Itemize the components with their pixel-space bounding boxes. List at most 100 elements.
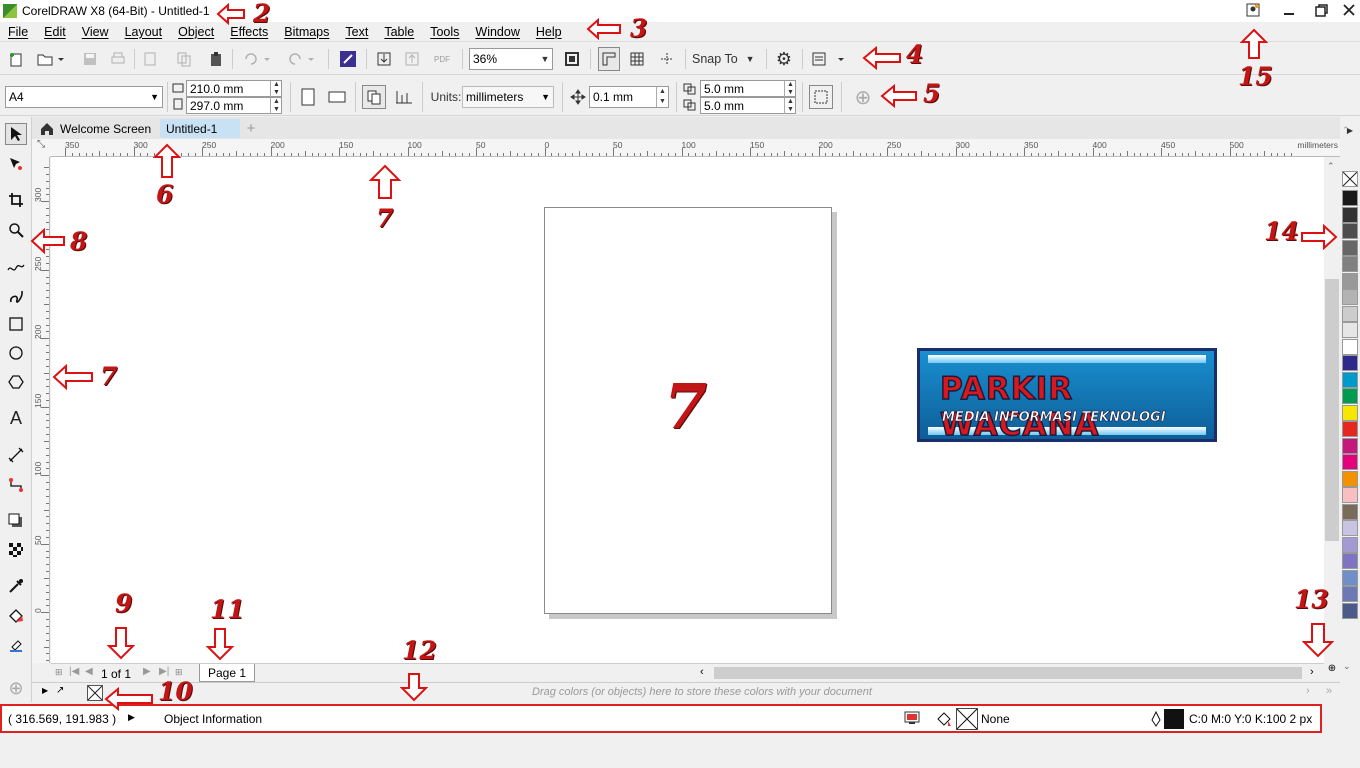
doc-palette-scroll-right-icon[interactable]: › <box>1306 685 1310 697</box>
copy-icon[interactable] <box>174 49 194 69</box>
palette-color-swatch[interactable] <box>1342 454 1358 470</box>
menu-tools[interactable]: Tools <box>422 25 467 39</box>
artistic-media-tool-icon[interactable] <box>5 285 27 307</box>
menu-file[interactable]: File <box>0 25 36 39</box>
landscape-icon[interactable] <box>326 86 348 108</box>
crop-tool-icon[interactable] <box>5 189 27 211</box>
cut-icon[interactable] <box>140 49 160 69</box>
zoom-tool-icon[interactable] <box>5 219 27 241</box>
menu-edit[interactable]: Edit <box>36 25 74 39</box>
tab-welcome-screen[interactable]: Welcome Screen <box>34 119 158 138</box>
fill-indicator-icon[interactable] <box>936 711 954 730</box>
palette-color-swatch[interactable] <box>1342 190 1358 206</box>
palette-color-swatch[interactable] <box>1342 487 1358 503</box>
palette-color-swatch[interactable] <box>1342 223 1358 239</box>
print-icon[interactable] <box>108 49 128 69</box>
smart-fill-tool-icon[interactable] <box>5 634 27 656</box>
all-pages-icon[interactable] <box>362 85 386 109</box>
search-content-icon[interactable] <box>338 49 358 69</box>
nudge-spinner[interactable]: ▲ ▼ <box>656 87 668 107</box>
parallel-dimension-tool-icon[interactable] <box>5 444 27 466</box>
previous-page-icon[interactable]: ◀ <box>85 666 93 677</box>
vertical-scroll-thumb[interactable] <box>1325 279 1339 541</box>
palette-color-swatch[interactable] <box>1342 569 1358 586</box>
snap-to-button[interactable]: Snap To ▼ <box>692 49 762 69</box>
connector-tool-icon[interactable] <box>5 474 27 496</box>
palette-color-swatch[interactable] <box>1342 206 1358 223</box>
palette-color-swatch[interactable] <box>1342 355 1358 371</box>
freehand-tool-icon[interactable] <box>5 255 27 277</box>
palette-color-swatch[interactable] <box>1342 404 1358 421</box>
horizontal-ruler[interactable]: 350 300 250 200 150 100 50 0 50 100 150 200 250 300 35… <box>32 139 1340 157</box>
palette-color-swatch[interactable] <box>1342 305 1358 322</box>
current-page-icon[interactable] <box>392 85 416 109</box>
add-page-before-icon[interactable]: ⊞ <box>55 667 63 678</box>
new-document-icon[interactable] <box>6 49 26 69</box>
palette-color-swatch[interactable] <box>1342 239 1358 256</box>
pdf-icon[interactable]: PDF <box>430 49 454 69</box>
menu-layout[interactable]: Layout <box>117 25 171 39</box>
drop-shadow-tool-icon[interactable] <box>5 510 27 532</box>
doc-palette-no-color-swatch[interactable] <box>87 685 103 701</box>
paste-icon[interactable] <box>206 49 226 69</box>
text-tool-icon[interactable]: A <box>5 407 27 429</box>
ellipse-tool-icon[interactable] <box>5 342 27 364</box>
ruler-origin-icon[interactable]: ⤡ <box>32 139 50 157</box>
doc-palette-menu-icon[interactable]: ▶ <box>42 686 48 695</box>
menu-object[interactable]: Object <box>170 25 222 39</box>
palette-color-swatch[interactable] <box>1342 338 1358 355</box>
eyedropper-tool-icon[interactable] <box>5 575 27 597</box>
application-launcher-icon[interactable] <box>808 49 848 69</box>
palette-color-swatch[interactable] <box>1342 388 1358 404</box>
page-height-field[interactable]: 297.0 mm <box>186 97 282 114</box>
no-color-swatch[interactable] <box>1342 171 1358 187</box>
palette-scroll-down-icon[interactable]: ⌄ <box>1343 661 1351 672</box>
undo-icon[interactable] <box>240 49 276 69</box>
rectangle-tool-icon[interactable] <box>5 313 27 335</box>
treat-as-filled-icon[interactable] <box>809 85 833 109</box>
scroll-right-icon[interactable]: › <box>1310 666 1314 678</box>
duplicate-y-spinner[interactable]: ▲ ▼ <box>784 98 796 114</box>
palette-color-swatch[interactable] <box>1342 520 1358 536</box>
restore-button[interactable] <box>1306 0 1336 20</box>
color-proofing-icon[interactable] <box>904 711 920 728</box>
object-information-label[interactable]: Object Information <box>164 712 262 726</box>
redo-icon[interactable] <box>284 49 320 69</box>
first-page-icon[interactable]: |◀ <box>69 666 79 677</box>
polygon-tool-icon[interactable] <box>5 371 27 393</box>
menu-view[interactable]: View <box>74 25 117 39</box>
quick-customize-add-icon[interactable]: ⊕ <box>851 85 875 109</box>
account-icon[interactable] <box>1238 0 1268 20</box>
minimize-button[interactable] <box>1274 0 1304 20</box>
paper-size-select[interactable]: A4 ▼ <box>5 86 163 108</box>
pick-tool-icon[interactable] <box>5 123 27 145</box>
units-select[interactable]: millimeters ▼ <box>462 86 554 108</box>
show-guidelines-icon[interactable] <box>656 49 678 69</box>
doc-palette-scroll-end-icon[interactable]: » <box>1326 685 1332 697</box>
menu-bitmaps[interactable]: Bitmaps <box>276 25 337 39</box>
add-document-tab-button[interactable]: + <box>242 119 260 138</box>
palette-scroll-up-icon[interactable]: ⌃ <box>1342 125 1350 136</box>
close-button[interactable] <box>1334 0 1360 20</box>
import-icon[interactable] <box>374 49 394 69</box>
palette-color-swatch[interactable] <box>1342 322 1358 338</box>
open-icon[interactable] <box>34 49 66 69</box>
horizontal-scrollbar[interactable]: ‹ › <box>696 663 1324 682</box>
transparency-tool-icon[interactable] <box>5 539 27 561</box>
last-page-icon[interactable]: ▶| <box>159 666 169 677</box>
palette-color-swatch[interactable] <box>1342 602 1358 619</box>
status-expand-icon[interactable]: ▶ <box>128 712 135 723</box>
zoom-navigator-icon[interactable]: ⊕ <box>1324 663 1340 682</box>
duplicate-y-field[interactable]: 5.0 mm <box>700 97 796 114</box>
options-gear-icon[interactable]: ⚙ <box>773 49 795 69</box>
palette-color-swatch[interactable] <box>1342 272 1358 289</box>
palette-color-swatch[interactable] <box>1342 289 1358 305</box>
palette-color-swatch[interactable] <box>1342 503 1358 520</box>
palette-color-swatch[interactable] <box>1342 371 1358 388</box>
palette-color-swatch[interactable] <box>1342 586 1358 602</box>
menu-window[interactable]: Window <box>467 25 527 39</box>
portrait-icon[interactable] <box>298 86 318 108</box>
toolbox-customize-add-icon[interactable]: ⊕ <box>5 677 27 699</box>
outline-pen-icon[interactable] <box>1150 710 1162 730</box>
duplicate-x-field[interactable]: 5.0 mm <box>700 80 796 97</box>
